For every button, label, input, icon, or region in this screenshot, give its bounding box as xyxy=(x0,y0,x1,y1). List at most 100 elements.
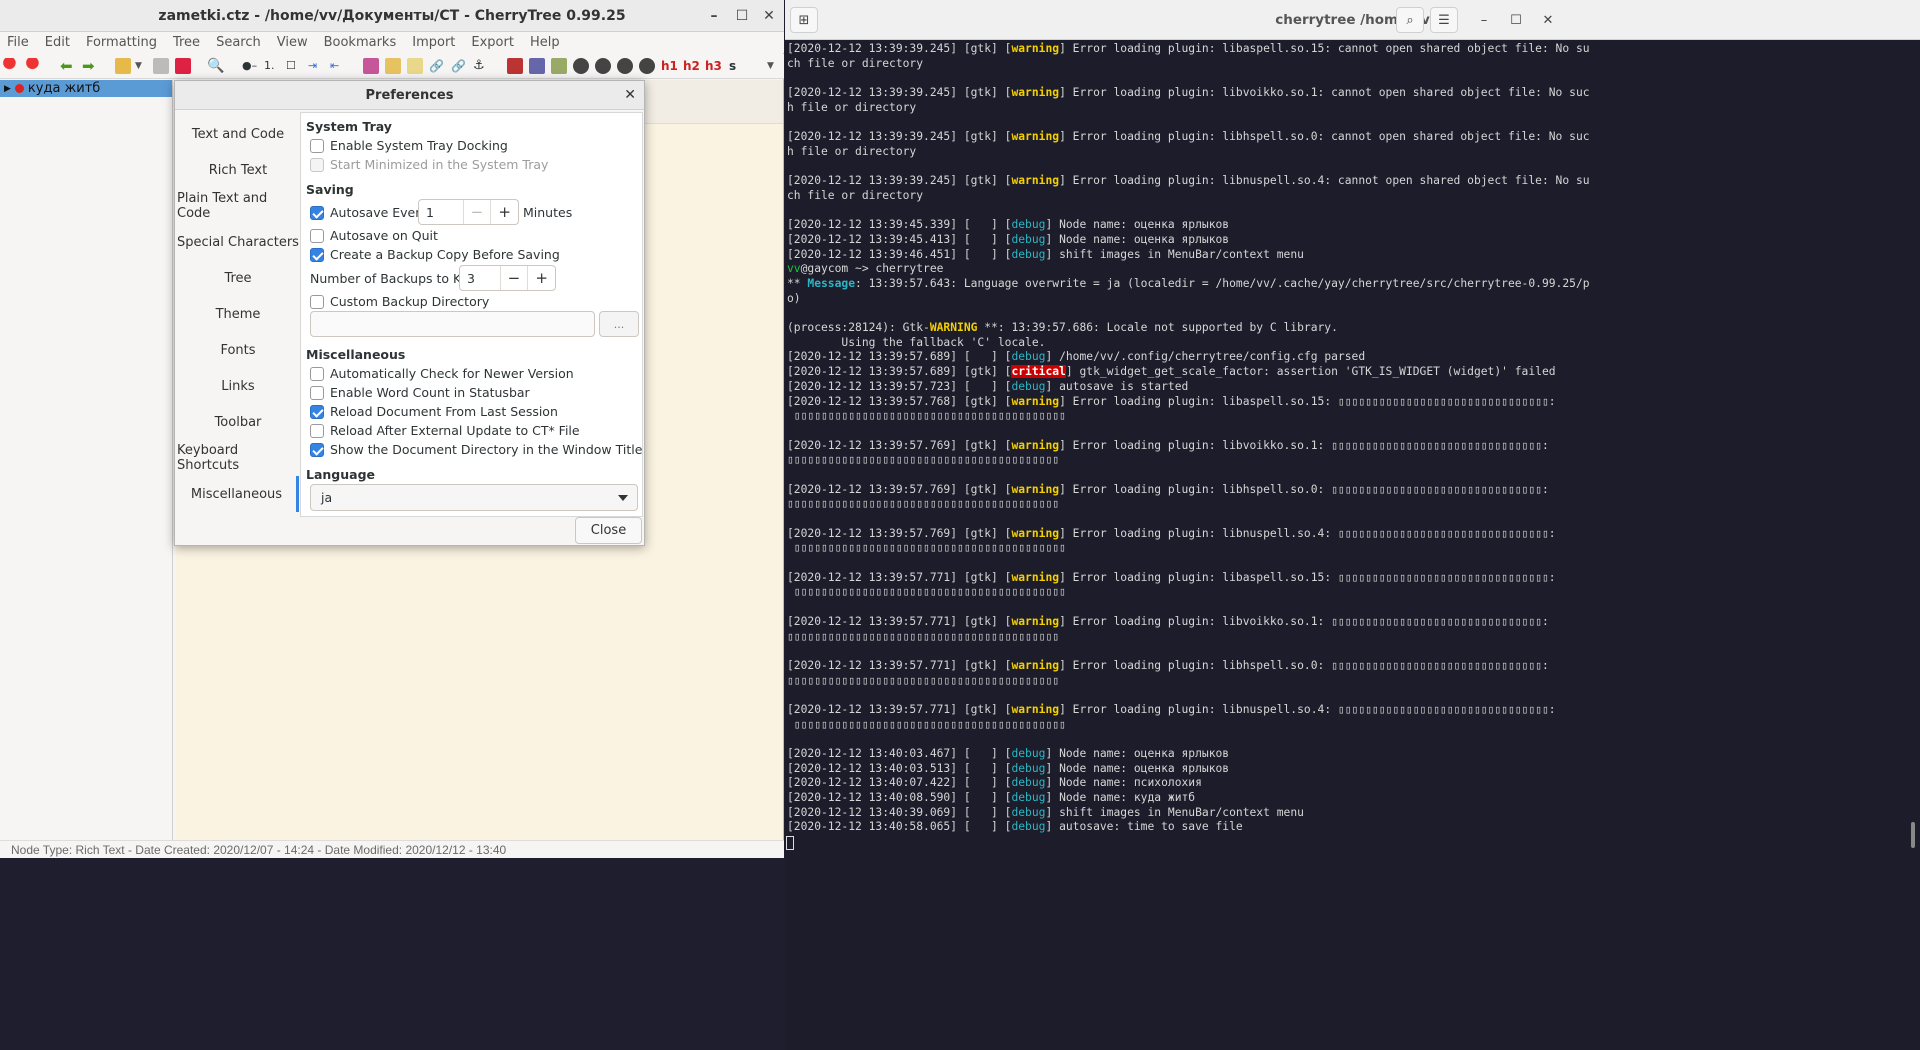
menu-help[interactable]: Help xyxy=(530,35,560,50)
decrement-icon[interactable]: − xyxy=(499,266,528,290)
bulleted-list-icon[interactable]: ●– xyxy=(242,58,258,74)
language-select[interactable]: ja xyxy=(310,484,638,511)
reload-external-checkbox[interactable] xyxy=(310,424,324,438)
insert-codebox-icon[interactable] xyxy=(407,58,423,74)
clear-format-icon[interactable] xyxy=(507,58,523,74)
maximize-icon[interactable]: ☐ xyxy=(728,0,756,32)
check-version-checkbox[interactable] xyxy=(310,367,324,381)
menu-edit[interactable]: Edit xyxy=(45,35,70,50)
close-button[interactable]: Close xyxy=(575,517,642,544)
color-background-icon[interactable] xyxy=(551,58,567,74)
small-text-icon[interactable]: s xyxy=(729,58,745,74)
autosave-on-quit-checkbox[interactable] xyxy=(310,229,324,243)
minutes-label: Minutes xyxy=(523,205,573,220)
search-icon[interactable]: ⌕ xyxy=(1396,7,1424,33)
unindent-icon[interactable]: ⇤ xyxy=(330,58,346,74)
autosave-spinner[interactable]: 1 − + xyxy=(418,199,519,225)
find-icon[interactable]: 🔍 xyxy=(207,58,224,74)
autosave-checkbox[interactable] xyxy=(310,206,324,220)
dialog-close-icon[interactable]: ✕ xyxy=(624,87,636,103)
close-icon[interactable]: ✕ xyxy=(1534,7,1562,33)
maximize-icon[interactable]: ☐ xyxy=(1502,7,1530,33)
reload-doc-checkbox[interactable] xyxy=(310,405,324,419)
forward-arrow-icon[interactable]: ➡ xyxy=(82,58,98,74)
insert-image-icon[interactable] xyxy=(363,58,379,74)
minimize-icon[interactable]: – xyxy=(1470,7,1498,33)
custom-backup-dir-checkbox[interactable] xyxy=(310,295,324,309)
backup-copy-checkbox[interactable] xyxy=(310,248,324,262)
browse-dir-button[interactable]: ... xyxy=(599,311,639,337)
h3-icon[interactable]: h3 xyxy=(705,58,722,74)
insert-link-icon[interactable]: 🔗 xyxy=(429,58,445,74)
sidebar-item-keyboard-shortcuts[interactable]: Keyboard Shortcuts xyxy=(177,440,299,476)
anchor-icon[interactable]: ⚓ xyxy=(473,58,489,74)
export-pdf-icon[interactable] xyxy=(175,58,191,74)
terminal-line: [2020-12-12 13:39:46.451] [ ] [debug] sh… xyxy=(787,248,1918,263)
indent-icon[interactable]: ⇥ xyxy=(308,58,324,74)
menu-formatting[interactable]: Formatting xyxy=(86,35,157,50)
numbered-list-icon[interactable]: 1. xyxy=(264,58,280,74)
show-dir-checkbox[interactable] xyxy=(310,443,324,457)
num-backups-spinner[interactable]: 3 − + xyxy=(459,265,556,291)
insert-table-icon[interactable] xyxy=(385,58,401,74)
menu-file[interactable]: File xyxy=(7,35,29,50)
strikethrough-icon[interactable] xyxy=(639,58,655,74)
bold-icon[interactable] xyxy=(573,58,589,74)
menu-view[interactable]: View xyxy=(277,35,308,50)
add-subnode-icon[interactable] xyxy=(26,58,42,74)
tree-node-row[interactable]: ▶ куда житб xyxy=(0,80,172,97)
menu-search[interactable]: Search xyxy=(216,35,261,50)
word-count-checkbox[interactable] xyxy=(310,386,324,400)
backup-dir-input[interactable] xyxy=(310,311,595,337)
underline-icon[interactable] xyxy=(617,58,633,74)
save-icon[interactable] xyxy=(153,58,169,74)
menu-bookmarks[interactable]: Bookmarks xyxy=(324,35,397,50)
node-link-icon[interactable]: 🔗 xyxy=(451,58,467,74)
sidebar-item-links[interactable]: Links xyxy=(177,368,299,404)
toolbar-overflow-icon[interactable]: ▼ xyxy=(767,58,783,74)
sidebar-item-plain-text-and-code[interactable]: Plain Text and Code xyxy=(177,188,299,224)
start-minimized-checkbox[interactable] xyxy=(310,158,324,172)
sidebar-item-special-characters[interactable]: Special Characters xyxy=(177,224,299,260)
dropdown-icon[interactable]: ▼ xyxy=(135,58,151,74)
add-node-icon[interactable] xyxy=(3,58,19,74)
sidebar-item-text-and-code[interactable]: Text and Code xyxy=(177,116,299,152)
increment-icon[interactable]: + xyxy=(527,266,555,290)
sidebar-item-toolbar[interactable]: Toolbar xyxy=(177,404,299,440)
h1-icon[interactable]: h1 xyxy=(661,58,678,74)
terminal-output[interactable]: [2020-12-12 13:39:39.245] [gtk] [warning… xyxy=(785,41,1920,1050)
sidebar-item-rich-text[interactable]: Rich Text xyxy=(177,152,299,188)
sidebar-item-fonts[interactable]: Fonts xyxy=(177,332,299,368)
terminal-scrollbar[interactable] xyxy=(1911,822,1915,848)
line-text: ] Node name: психолохия xyxy=(1045,776,1202,790)
close-icon[interactable]: ✕ xyxy=(755,0,783,32)
sidebar-item-theme[interactable]: Theme xyxy=(177,296,299,332)
h2-icon[interactable]: h2 xyxy=(683,58,700,74)
autosave-value[interactable]: 1 xyxy=(419,200,463,224)
menu-icon[interactable]: ☰ xyxy=(1430,7,1458,33)
expander-icon[interactable]: ▶ xyxy=(4,84,11,94)
decrement-icon[interactable]: − xyxy=(462,200,491,224)
new-tab-icon[interactable]: ⊞ xyxy=(790,7,818,33)
open-folder-icon[interactable] xyxy=(115,58,131,74)
line-text: [2020-12-12 13:40:08.590] [ ] [ xyxy=(787,791,1012,805)
enable-tray-docking-checkbox[interactable] xyxy=(310,139,324,153)
sidebar-item-miscellaneous[interactable]: Miscellaneous xyxy=(177,476,299,512)
increment-icon[interactable]: + xyxy=(490,200,518,224)
line-text: [2020-12-12 13:40:03.513] [ ] [ xyxy=(787,761,1012,775)
back-arrow-icon[interactable]: ⬅ xyxy=(60,58,76,74)
menu-export[interactable]: Export xyxy=(471,35,514,50)
num-backups-value[interactable]: 3 xyxy=(460,266,500,290)
sidebar-item-tree[interactable]: Tree xyxy=(177,260,299,296)
menu-tree[interactable]: Tree xyxy=(173,35,200,50)
terminal-line: Using the fallback 'C' locale. xyxy=(787,336,1918,351)
color-foreground-icon[interactable] xyxy=(529,58,545,74)
menu-import[interactable]: Import xyxy=(412,35,455,50)
italic-icon[interactable] xyxy=(595,58,611,74)
log-level-tag: warning xyxy=(1011,394,1060,408)
minimize-icon[interactable]: – xyxy=(700,0,728,32)
todo-list-icon[interactable]: ☐ xyxy=(286,58,302,74)
